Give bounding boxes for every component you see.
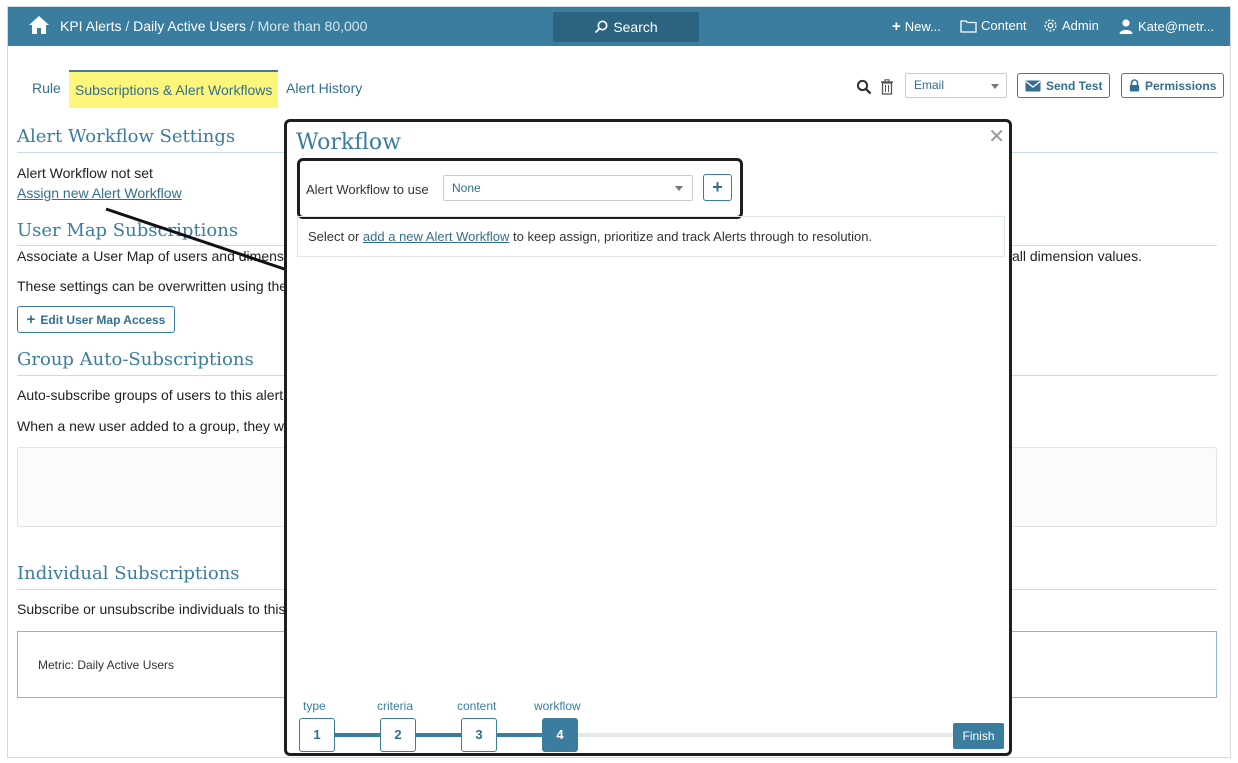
home-icon[interactable] <box>28 15 50 35</box>
gear-icon <box>1044 19 1057 32</box>
close-icon[interactable]: ✕ <box>988 124 1005 149</box>
step-button-content[interactable]: 3 <box>461 718 497 752</box>
folder-icon <box>960 19 977 33</box>
user-menu[interactable]: Kate@metr... <box>1118 18 1214 34</box>
group-description: Auto-subscribe groups of users to this a… <box>17 387 284 403</box>
workflow-selector-group: Alert Workflow to use None + <box>297 158 743 219</box>
step-button-workflow[interactable]: 4 <box>542 718 578 752</box>
workflow-modal: Workflow ✕ Alert Workflow to use None + … <box>284 119 1012 756</box>
new-label: New... <box>904 19 941 34</box>
admin-label: Admin <box>1062 18 1099 33</box>
alert-workflow-heading: Alert Workflow Settings <box>17 126 236 147</box>
send-test-button[interactable]: Send Test <box>1017 73 1111 98</box>
step-button-criteria[interactable]: 2 <box>380 718 416 752</box>
search-button[interactable]: Search <box>553 12 699 42</box>
individual-heading: Individual Subscriptions <box>17 563 240 584</box>
workflow-select[interactable]: None <box>443 175 693 201</box>
info-prefix: Select or <box>308 229 363 244</box>
info-suffix: to keep assign, prioritize and track Ale… <box>509 229 873 244</box>
workflow-info: Select or add a new Alert Workflow to ke… <box>297 216 1005 257</box>
modal-title: Workflow <box>296 130 401 155</box>
chevron-down-icon <box>675 186 683 191</box>
user-label: Kate@metr... <box>1138 18 1215 34</box>
delivery-value: Email <box>914 78 945 92</box>
user-map-heading: User Map Subscriptions <box>17 220 239 241</box>
search-icon[interactable] <box>856 79 872 95</box>
alert-workflow-status: Alert Workflow not set <box>17 165 153 181</box>
permissions-button[interactable]: Permissions <box>1121 73 1225 98</box>
group-new-user-description: When a new user added to a group, they w <box>17 418 284 434</box>
step-label-type: type <box>303 699 326 713</box>
app-window: KPI Alerts / Daily Active Users / More t… <box>7 6 1231 758</box>
search-icon <box>595 20 608 34</box>
plus-icon: + <box>892 18 901 35</box>
breadcrumb-separator: / <box>121 18 134 34</box>
user-map-description-end: all dimension values. <box>1012 248 1142 264</box>
top-navigation-bar: KPI Alerts / Daily Active Users / More t… <box>8 7 1230 46</box>
plus-icon: + <box>26 311 36 328</box>
breadcrumb-kpi-alerts[interactable]: KPI Alerts <box>60 18 121 34</box>
lock-icon <box>1129 79 1140 92</box>
assign-workflow-link[interactable]: Assign new Alert Workflow <box>17 185 182 201</box>
edit-user-map-button[interactable]: + Edit User Map Access <box>17 306 175 333</box>
tab-subscriptions-alert-workflows[interactable]: Subscriptions & Alert Workflows <box>69 70 279 108</box>
content-menu[interactable]: Content <box>960 18 1027 33</box>
tab-alert-history[interactable]: Alert History <box>280 70 368 108</box>
edit-user-map-label: Edit User Map Access <box>40 312 166 327</box>
chevron-down-icon <box>991 84 999 89</box>
add-workflow-link[interactable]: add a new Alert Workflow <box>363 229 509 244</box>
send-test-label: Send Test <box>1046 78 1103 93</box>
breadcrumb-separator: / <box>245 18 258 34</box>
step-label-criteria: criteria <box>377 699 414 713</box>
breadcrumb-current: More than 80,000 <box>257 18 368 34</box>
step-label-workflow: workflow <box>534 699 581 713</box>
overwrite-description: These settings can be overwritten using … <box>17 278 288 294</box>
individual-description: Subscribe or unsubscribe individuals to … <box>17 601 286 617</box>
workflow-label: Alert Workflow to use <box>306 182 429 197</box>
user-icon <box>1119 19 1133 34</box>
group-heading: Group Auto-Subscriptions <box>17 349 254 370</box>
metric-label: Metric: Daily Active Users <box>38 658 175 672</box>
workflow-value: None <box>452 181 481 195</box>
envelope-icon <box>1025 80 1041 91</box>
wizard-steps: type 1 criteria 2 content 3 workflow 4 <box>287 692 1009 754</box>
delivery-select[interactable]: Email <box>905 73 1007 98</box>
new-menu[interactable]: + New... <box>892 18 941 35</box>
step-button-type[interactable]: 1 <box>299 718 335 752</box>
add-workflow-button[interactable]: + <box>703 174 732 201</box>
step-label-content: content <box>457 699 497 713</box>
user-map-description: Associate a User Map of users and dimens <box>17 248 284 264</box>
breadcrumb-daily-active-users[interactable]: Daily Active Users <box>133 18 246 34</box>
breadcrumb: KPI Alerts / Daily Active Users / More t… <box>60 18 367 34</box>
content-label: Content <box>981 18 1027 33</box>
progress-fill <box>317 733 577 737</box>
admin-menu[interactable]: Admin <box>1043 18 1099 33</box>
finish-button[interactable]: Finish <box>953 723 1004 749</box>
trash-icon[interactable] <box>880 79 894 95</box>
search-label: Search <box>613 19 658 35</box>
tab-rule[interactable]: Rule <box>26 70 67 108</box>
permissions-label: Permissions <box>1145 78 1217 93</box>
